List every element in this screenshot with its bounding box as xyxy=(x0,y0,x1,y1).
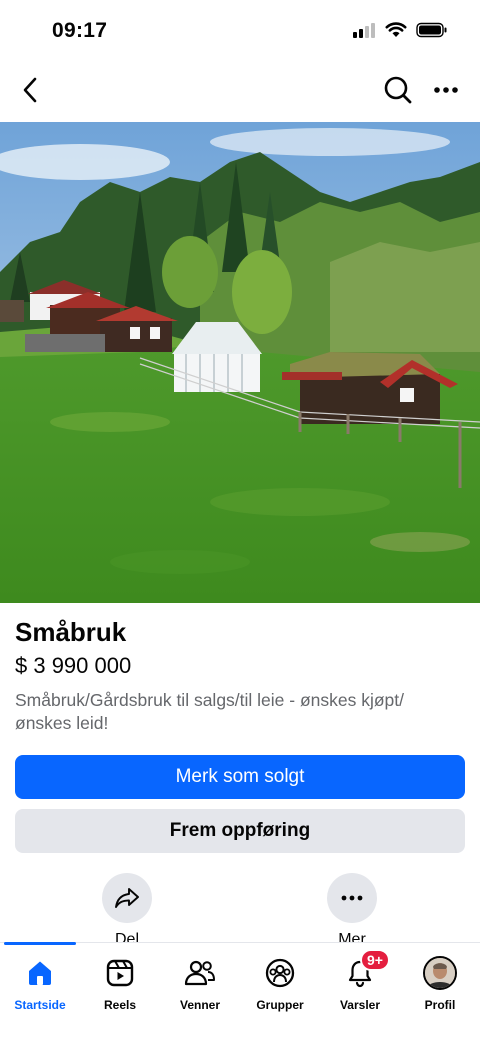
more-horizontal-icon xyxy=(341,895,363,901)
tab-groups-label: Grupper xyxy=(256,998,304,1012)
mark-as-sold-button[interactable]: Merk som solgt xyxy=(15,755,465,799)
listing-price: $ 3 990 000 xyxy=(15,653,132,678)
promote-listing-button[interactable]: Frem oppføring xyxy=(15,809,465,853)
listing-title: Småbruk xyxy=(15,617,127,647)
share-button[interactable] xyxy=(102,873,152,923)
status-icons xyxy=(352,22,448,38)
bottom-tab-bar: Startside Reels Venner Grupper 9+ Varsle… xyxy=(0,942,480,1039)
status-time: 09:17 xyxy=(52,19,108,42)
tab-profile-label: Profil xyxy=(424,998,456,1012)
avatar xyxy=(423,956,457,990)
friends-icon xyxy=(184,960,215,986)
share-icon xyxy=(115,888,139,908)
groups-icon xyxy=(265,958,295,988)
back-button[interactable] xyxy=(14,74,46,106)
share-action[interactable]: Del xyxy=(97,873,157,945)
tab-home[interactable]: Startside xyxy=(0,955,80,1012)
tab-friends-label: Venner xyxy=(179,998,221,1012)
notification-badge: 9+ xyxy=(360,949,390,971)
more-action[interactable]: Mer xyxy=(322,873,382,945)
farm-landscape-image xyxy=(0,122,480,603)
cellular-signal-icon xyxy=(353,23,375,38)
tab-notifications[interactable]: 9+ Varsler xyxy=(320,949,400,1012)
reels-icon xyxy=(106,959,134,987)
top-nav-bar xyxy=(0,62,480,120)
tab-home-label: Startside xyxy=(14,998,66,1012)
tab-profile[interactable]: Profil xyxy=(400,955,480,1012)
more-button[interactable] xyxy=(327,873,377,923)
listing-description: Småbruk/Gårdsbruk til salgs/til leie - ø… xyxy=(15,690,405,733)
chevron-left-icon xyxy=(23,77,37,103)
tab-reels-label: Reels xyxy=(103,998,137,1012)
battery-icon xyxy=(416,22,447,38)
more-horizontal-icon xyxy=(434,87,458,93)
listing-photo[interactable] xyxy=(0,122,480,603)
status-bar: 09:17 xyxy=(0,0,480,62)
active-tab-indicator xyxy=(4,942,76,945)
tab-friends[interactable]: Venner xyxy=(160,955,240,1012)
wifi-icon xyxy=(385,22,407,37)
home-icon xyxy=(29,961,51,985)
tab-notifications-label: Varsler xyxy=(339,998,381,1012)
tab-reels[interactable]: Reels xyxy=(80,955,160,1012)
search-icon xyxy=(384,76,412,104)
more-options-button[interactable] xyxy=(428,74,464,106)
tab-groups[interactable]: Grupper xyxy=(240,955,320,1012)
search-button[interactable] xyxy=(382,74,414,106)
